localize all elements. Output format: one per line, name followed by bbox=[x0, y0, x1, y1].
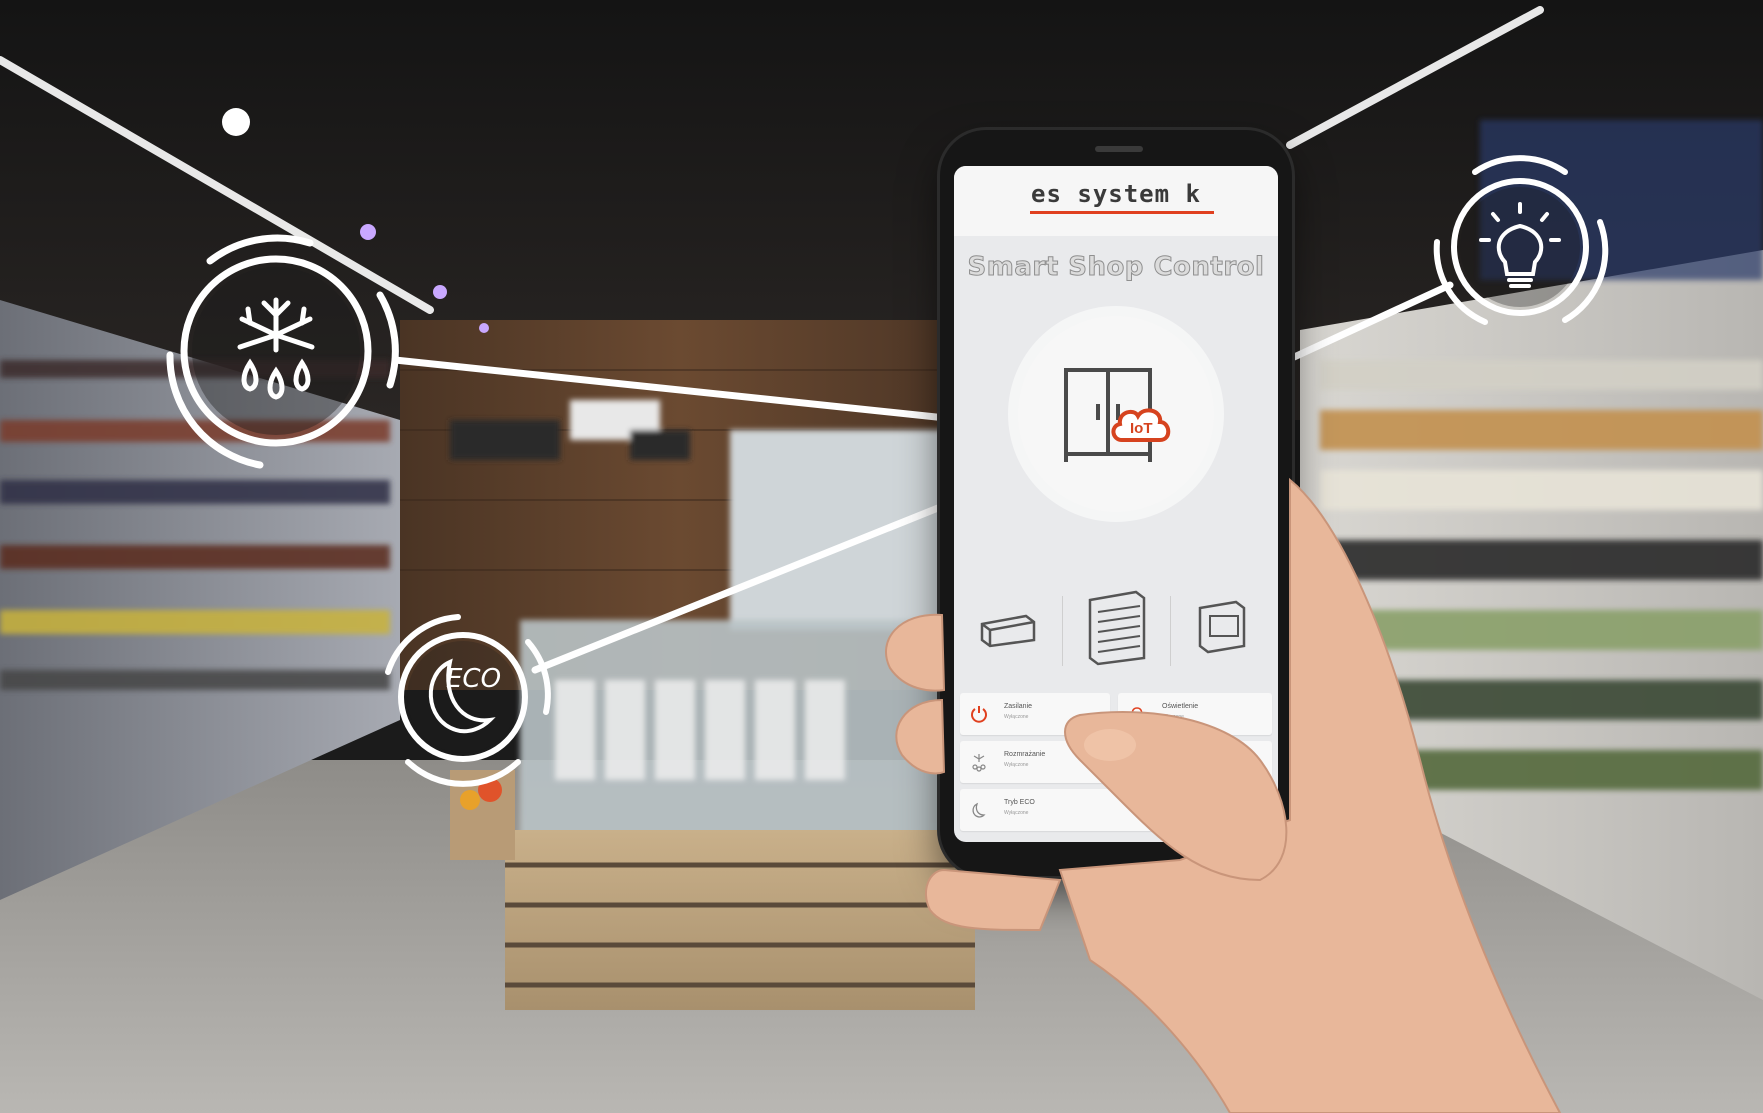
control-label: Rozmrażanie bbox=[1004, 751, 1046, 758]
control-status: Wyłączone bbox=[1004, 714, 1029, 720]
brand-logo: es system k bbox=[1031, 180, 1201, 208]
control-label: Zasilanie bbox=[1004, 703, 1033, 710]
control-label: Tryb ECO bbox=[1004, 799, 1035, 806]
iot-hub[interactable]: IoT bbox=[1018, 316, 1214, 512]
brand-header: es system k bbox=[954, 166, 1278, 236]
control-card-lighting[interactable]: Oświetlenie Włączone bbox=[1118, 693, 1272, 735]
lighting-feature-badge bbox=[1433, 155, 1609, 325]
light-bulb-icon bbox=[1131, 707, 1143, 723]
control-card-defrost[interactable]: Rozmrażanie Wyłączone bbox=[960, 741, 1272, 783]
smartphone: es system k Smart Shop Control IoT Zasil… bbox=[940, 130, 1292, 876]
device-row bbox=[954, 586, 1278, 676]
device-separator bbox=[1062, 596, 1063, 666]
eco-small-icon bbox=[972, 802, 986, 818]
control-status: Wyłączone bbox=[1004, 810, 1029, 816]
power-icon bbox=[971, 706, 987, 723]
defrost-small-icon bbox=[972, 754, 986, 772]
phone-speaker bbox=[1095, 146, 1143, 152]
control-card-power[interactable]: Zasilanie Wyłączone bbox=[960, 693, 1110, 735]
eco-feature-badge: ECO bbox=[368, 602, 558, 792]
control-card-eco[interactable]: Tryb ECO Wyłączone bbox=[960, 789, 1272, 831]
control-status: Wyłączone bbox=[1004, 762, 1029, 768]
control-status: Włączone bbox=[1162, 714, 1184, 720]
control-label: Oświetlenie bbox=[1162, 703, 1199, 710]
iot-label: IoT bbox=[1130, 420, 1153, 437]
app-screen: es system k Smart Shop Control IoT Zasil… bbox=[954, 166, 1278, 842]
multideck-cabinet-icon[interactable] bbox=[1082, 586, 1152, 666]
chest-freezer-icon[interactable] bbox=[978, 606, 1038, 650]
display-cabinet-icon[interactable] bbox=[1194, 596, 1250, 656]
app-title: Smart Shop Control bbox=[967, 252, 1265, 283]
brand-underline bbox=[1030, 211, 1214, 214]
fridge-iot-icon bbox=[1064, 368, 1171, 462]
eco-label: ECO bbox=[446, 664, 502, 694]
defrost-feature-badge bbox=[166, 234, 399, 469]
device-separator bbox=[1170, 596, 1171, 666]
